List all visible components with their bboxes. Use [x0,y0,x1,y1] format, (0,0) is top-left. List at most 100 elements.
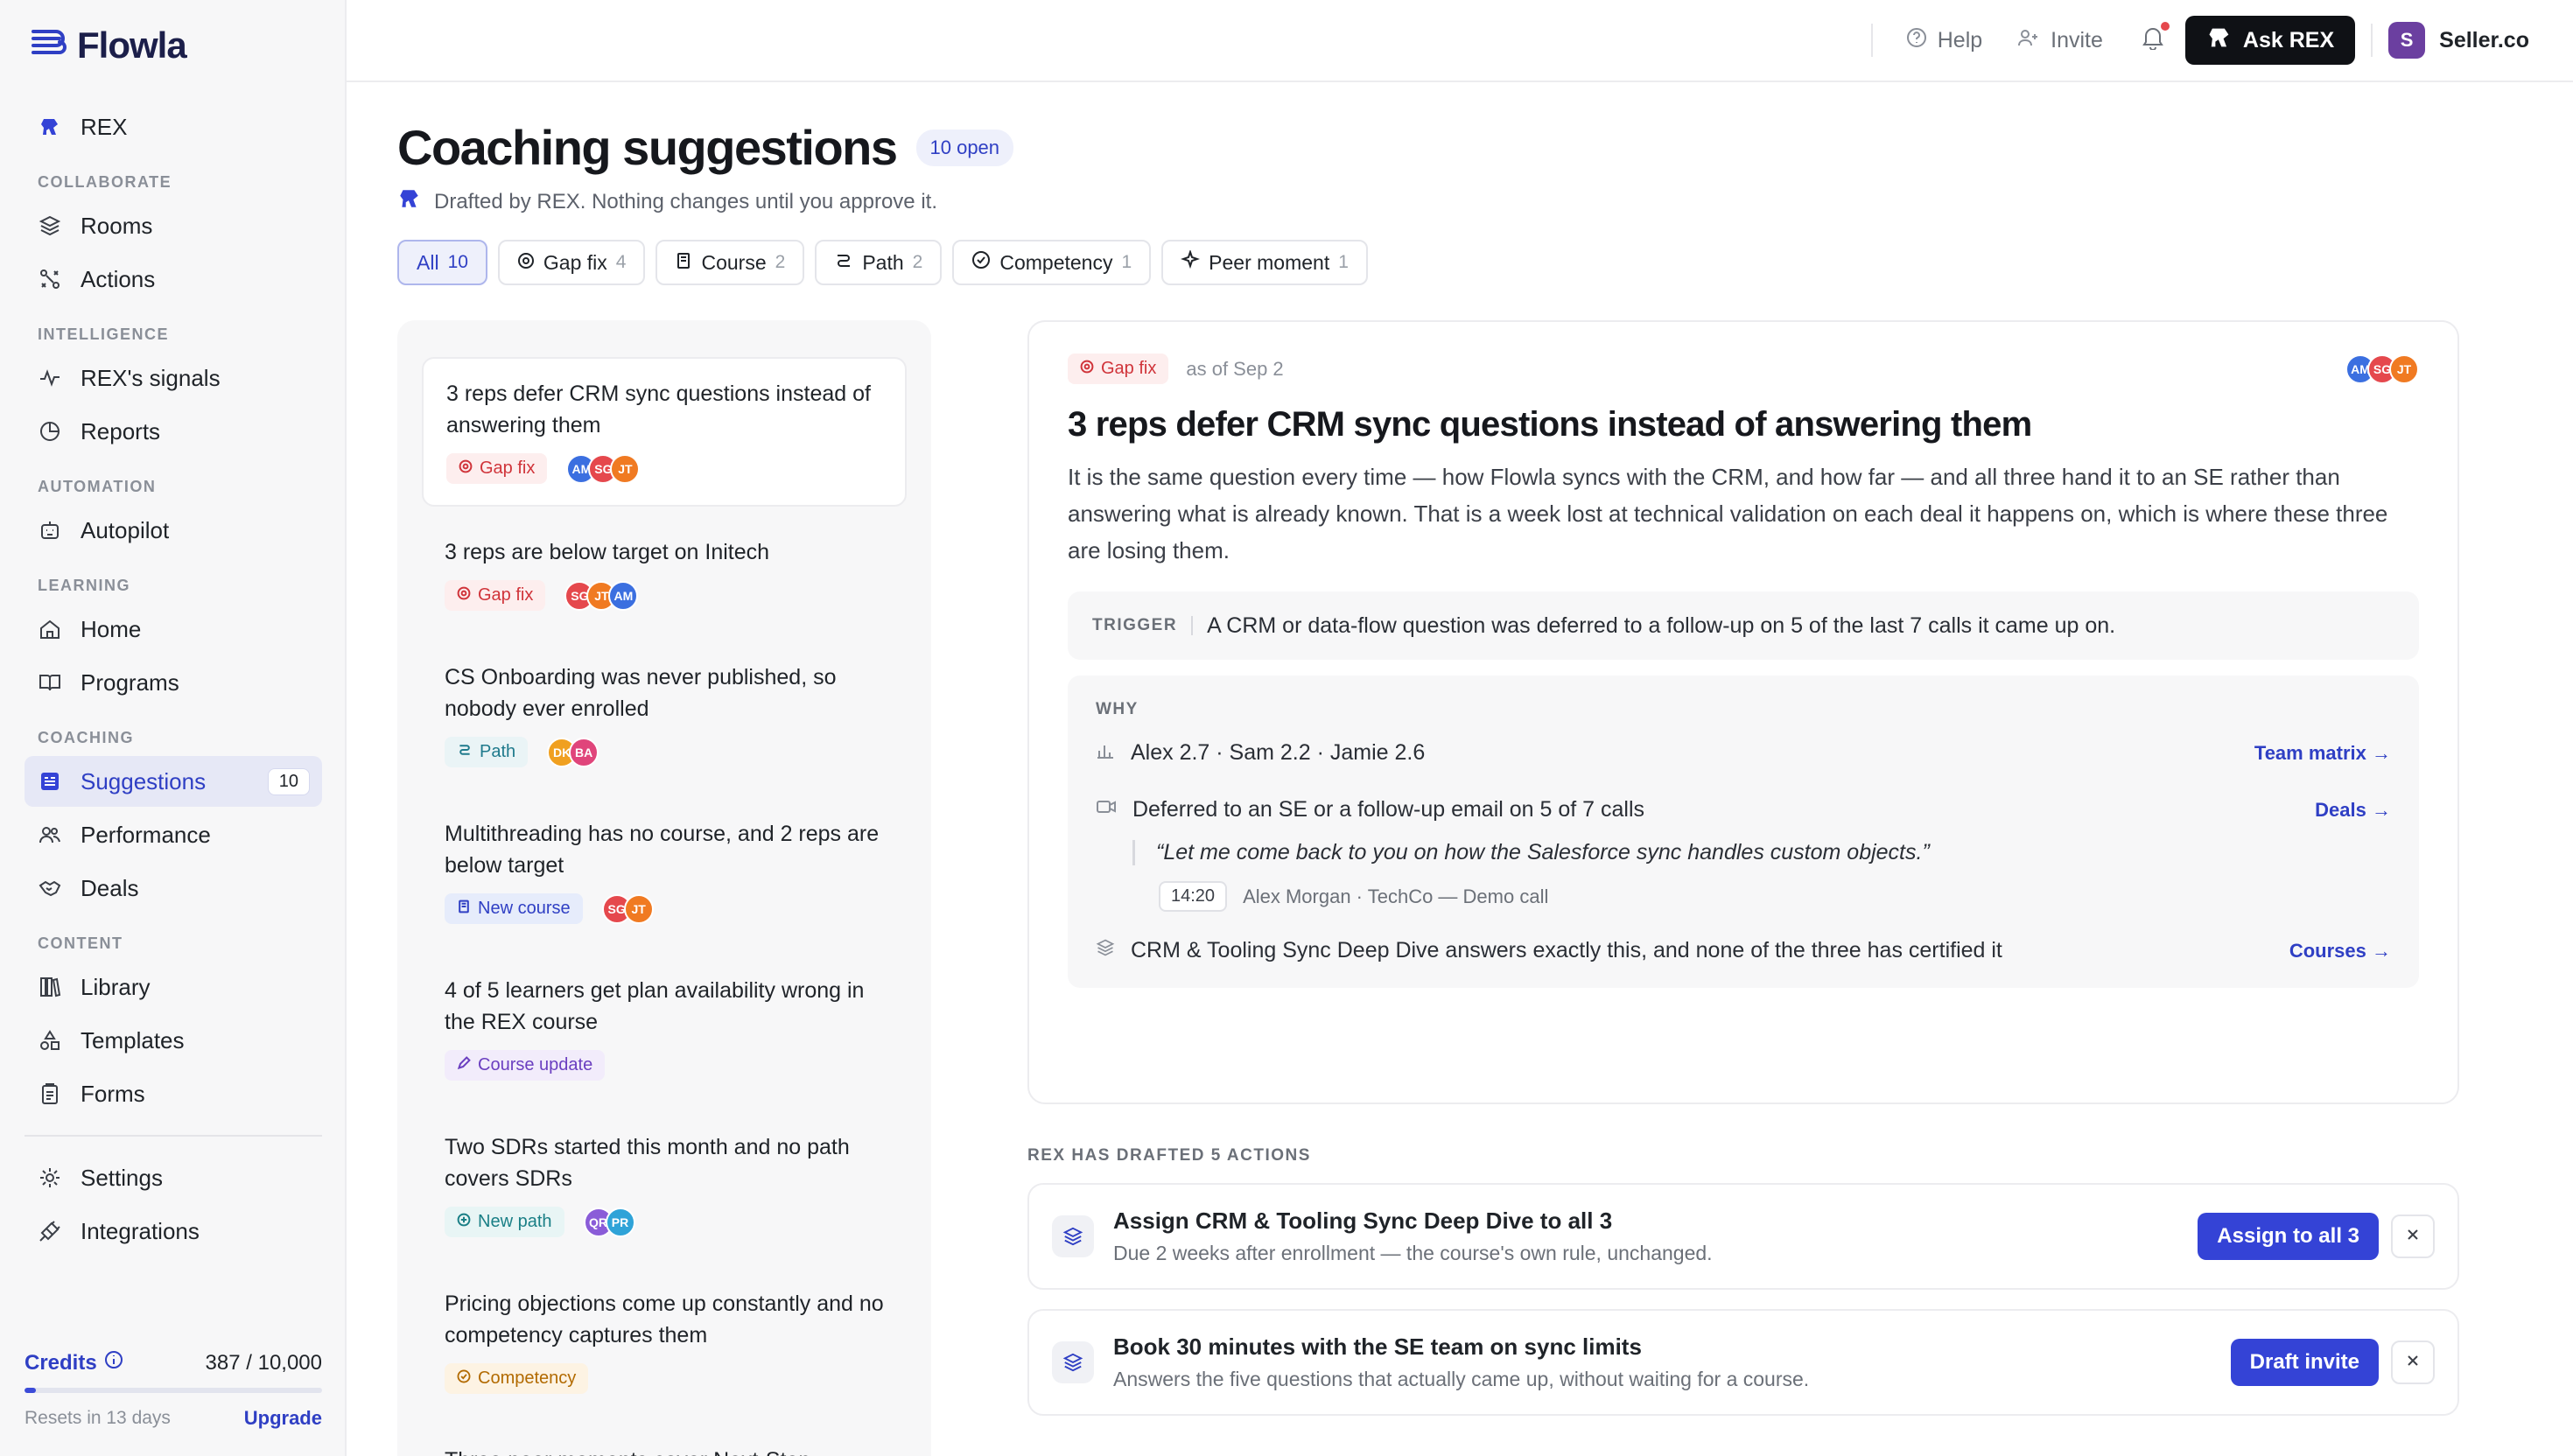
list-item[interactable]: 3 reps defer CRM sync questions instead … [422,357,907,507]
page-subtitle: Drafted by REX. Nothing changes until yo… [397,186,1013,217]
avatar-group: DK BA [547,737,599,767]
org-avatar: S [2388,22,2426,59]
sidebar-divider [25,1135,322,1137]
sidebar-item-settings[interactable]: Settings [25,1152,322,1203]
list-item[interactable]: 3 reps are below target on Initech Gap f… [422,517,907,632]
org-switcher[interactable]: S Seller.co [2388,22,2529,59]
sidebar-item-reports[interactable]: Reports [25,406,322,457]
notifications-button[interactable] [2121,21,2185,56]
call-quote: “Let me come back to you on how the Sale… [1132,840,2391,865]
quote-meta: 14:20 Alex Morgan · TechCo — Demo call [1159,881,2391,912]
list-item[interactable]: CS Onboarding was never published, so no… [422,642,907,788]
list-item[interactable]: 4 of 5 learners get plan availability wr… [422,956,907,1102]
plug-icon [39,1220,61,1242]
sidebar-item-programs[interactable]: Programs [25,657,322,708]
trigger-label: TRIGGER [1092,616,1194,635]
ask-rex-button[interactable]: Ask REX [2184,16,2356,65]
invite-button[interactable]: Invite [2000,27,2121,54]
team-matrix-link[interactable]: Team matrix → [2254,742,2391,765]
dismiss-button[interactable] [2391,1340,2435,1384]
filter-count: 2 [775,252,786,272]
bell-icon [2142,25,2164,56]
competency-icon [457,1368,471,1389]
credits-label[interactable]: Credits [25,1350,123,1376]
ask-rex-label: Ask REX [2242,27,2335,52]
sidebar-item-library[interactable]: Library [25,962,322,1012]
autopilot-icon [39,519,61,542]
shapes-icon [39,1029,61,1052]
filter-label: Gap fix [543,250,607,274]
users-icon [39,823,61,846]
filter-course[interactable]: Course 2 [656,240,805,285]
deals-link[interactable]: Deals → [2315,799,2391,822]
sidebar-item-deals[interactable]: Deals [25,863,322,914]
sidebar-item-label: Rooms [81,212,153,239]
avatar-group: AM SG JT [2345,354,2419,384]
sidebar-item-suggestions[interactable]: Suggestions 10 [25,756,322,807]
new-path-tag: New path [445,1207,564,1237]
gear-icon [39,1166,61,1189]
filter-competency[interactable]: Competency 1 [952,240,1152,285]
sidebar-item-performance[interactable]: Performance [25,809,322,860]
sidebar-item-signals[interactable]: REX's signals [25,353,322,403]
sidebar-item-label: Suggestions [81,767,207,794]
sidebar-item-autopilot[interactable]: Autopilot [25,505,322,556]
credits-reset-text: Resets in 13 days [25,1408,171,1428]
list-item[interactable]: Two SDRs started this month and no path … [422,1112,907,1258]
app-name: Flowla [77,24,187,66]
filter-gap-fix[interactable]: Gap fix 4 [497,240,646,285]
suggestion-title: CS Onboarding was never published, so no… [445,665,837,721]
org-name: Seller.co [2439,27,2529,52]
section-content: CONTENT [38,934,123,952]
filter-peer-moment[interactable]: Peer moment 1 [1161,240,1368,285]
detail-title: 3 reps defer CRM sync questions instead … [1068,405,2032,444]
quote-timestamp[interactable]: 14:20 [1159,881,1228,912]
list-item[interactable]: Three peer moments cover Next-Step [422,1425,907,1456]
filter-label: Competency [999,250,1113,274]
sidebar-item-rooms[interactable]: Rooms [25,200,322,251]
avatar: JT [610,453,641,484]
suggestions-list: 3 reps defer CRM sync questions instead … [397,320,931,1456]
page-title: Coaching suggestions [397,120,898,175]
sidebar-item-rex[interactable]: REX [25,102,322,152]
list-item[interactable]: Multithreading has no course, and 2 reps… [422,799,907,945]
actions-section-label: REX HAS DRAFTED 5 ACTIONS [1027,1146,1311,1165]
upgrade-link[interactable]: Upgrade [244,1407,322,1430]
sidebar-item-label: REX's signals [81,364,221,391]
avatar-group: QR PR [583,1207,635,1237]
draft-invite-button[interactable]: Draft invite [2230,1339,2379,1386]
section-coaching: COACHING [38,729,134,746]
action-card: Book 30 minutes with the SE team on sync… [1027,1309,2459,1416]
rex-icon [397,186,422,217]
logo[interactable]: Flowla [30,24,187,66]
filter-label: Path [862,250,904,274]
sidebar-item-home[interactable]: Home [25,604,322,654]
credits-value: 387 / 10,000 [205,1350,322,1375]
dismiss-button[interactable] [2391,1214,2435,1258]
rex-icon [2206,24,2233,57]
bar-chart-icon [1096,740,1115,766]
sidebar-item-actions[interactable]: Actions [25,254,322,304]
filter-all[interactable]: All 10 [397,240,487,285]
courses-link[interactable]: Courses → [2289,940,2391,962]
sidebar-item-integrations[interactable]: Integrations [25,1206,322,1256]
filter-count: 1 [1338,252,1349,272]
open-count-pill: 10 open [915,129,1014,166]
tag-label: Gap fix [480,458,536,478]
list-item[interactable]: Pricing objections come up constantly an… [422,1269,907,1415]
assign-to-all-button[interactable]: Assign to all 3 [2198,1213,2379,1260]
filter-path[interactable]: Path 2 [815,240,943,285]
competency-tag: Competency [445,1363,589,1394]
topbar-divider [2371,24,2373,57]
sidebar-item-label: Settings [81,1164,163,1191]
user-plus-icon [2017,27,2040,54]
sidebar-item-forms[interactable]: Forms [25,1068,322,1119]
sidebar-item-label: Integrations [81,1217,200,1244]
sidebar-item-label: Programs [81,668,179,696]
layers-icon [1096,938,1115,963]
subtitle-text: Drafted by REX. Nothing changes until yo… [434,189,937,214]
notification-dot [2160,21,2170,31]
avatar: PR [605,1207,635,1237]
sidebar-item-templates[interactable]: Templates [25,1015,322,1066]
help-button[interactable]: Help [1889,27,2000,54]
